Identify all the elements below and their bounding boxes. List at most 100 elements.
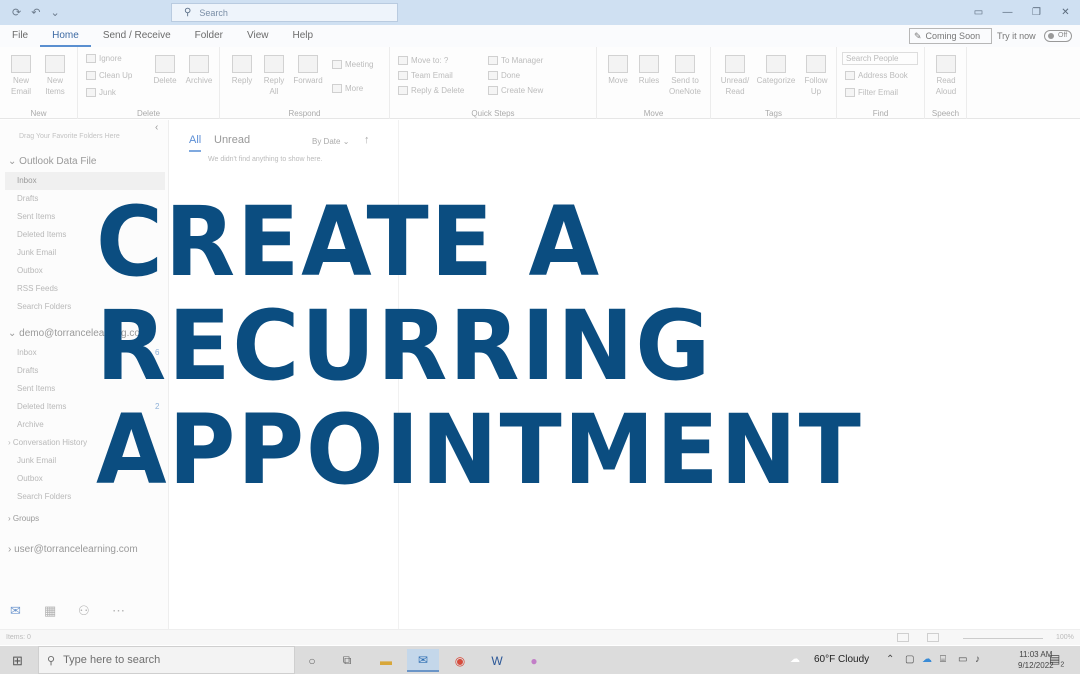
quick-step-move-to[interactable]: Move to: ? [398, 56, 448, 65]
account-folder-inbox[interactable]: Inbox [17, 348, 37, 357]
reading-view-icon[interactable] [927, 633, 939, 642]
taskbar-search[interactable]: ⚲ Type here to search [38, 646, 295, 674]
file-explorer-icon[interactable]: ▬ [370, 649, 402, 672]
folder-sent-items[interactable]: Sent Items [17, 212, 55, 221]
reply-all-icon [264, 55, 284, 73]
data-file-node[interactable]: ⌄ Outlook Data File [8, 156, 96, 167]
categorize-button[interactable]: Categorize [754, 55, 798, 86]
unread-read-button[interactable]: Unread/ Read [717, 55, 753, 97]
more-apps-icon[interactable]: ⋯ [112, 603, 125, 619]
teams-avatar-icon[interactable]: ● [518, 649, 550, 672]
groups-node[interactable]: › Groups [8, 514, 39, 523]
folder-deleted-items[interactable]: Deleted Items [17, 230, 66, 239]
more-respond-button[interactable]: More [332, 84, 363, 93]
clean-up-button[interactable]: Clean Up [86, 71, 132, 80]
new-items-label: New Items [45, 76, 65, 96]
overlay-title: CREATE A RECURRING APPOINTMENT [96, 190, 863, 502]
zoom-slider[interactable] [963, 638, 1043, 639]
cortana-icon[interactable]: ○ [296, 649, 328, 672]
sort-direction-icon[interactable]: ↑ [364, 134, 370, 146]
folder-search-folders[interactable]: Search Folders [17, 302, 71, 311]
ignore-button[interactable]: Ignore [86, 54, 122, 63]
quick-step-to-manager[interactable]: To Manager [488, 56, 543, 65]
outlook-icon[interactable]: ✉ [407, 649, 439, 672]
folder-junk-email[interactable]: Junk Email [17, 248, 56, 257]
meeting-button[interactable]: Meeting [332, 60, 373, 69]
account-folder-deleted-items[interactable]: Deleted Items [17, 402, 66, 411]
tab-file[interactable]: File [0, 25, 40, 47]
account-folder-search-folders[interactable]: Search Folders [17, 492, 71, 501]
address-book-button[interactable]: Address Book [845, 71, 908, 80]
meet-now-icon[interactable]: ▢ [905, 654, 914, 665]
account-folder-sent-items[interactable]: Sent Items [17, 384, 55, 393]
mail-icon[interactable]: ✉ [10, 603, 21, 619]
quick-step-reply-delete[interactable]: Reply & Delete [398, 86, 464, 95]
folder-outbox[interactable]: Outbox [17, 266, 43, 275]
collapse-pane-icon[interactable]: ‹ [155, 122, 158, 133]
quick-step-done[interactable]: Done [488, 71, 520, 80]
pen-icon: ✎ [914, 30, 922, 41]
word-icon[interactable]: W [481, 649, 513, 672]
search-people-input[interactable]: Search People [842, 52, 918, 65]
tab-send-receive[interactable]: Send / Receive [91, 25, 183, 47]
user-account-node[interactable]: › user@torrancelearning.com [8, 544, 138, 555]
delete-button[interactable]: Delete [150, 55, 180, 86]
tray-chevron-icon[interactable]: ⌃ [886, 654, 894, 665]
ribbon-display-icon[interactable]: ▭ [964, 7, 993, 18]
junk-button[interactable]: Junk [86, 88, 116, 97]
read-aloud-label: Read Aloud [935, 76, 957, 96]
normal-view-icon[interactable] [897, 633, 909, 642]
undo-icon[interactable]: ↶ [31, 6, 40, 19]
customize-icon[interactable]: ⌄ [50, 6, 59, 19]
account-folder-junk-email[interactable]: Junk Email [17, 456, 56, 465]
read-aloud-button[interactable]: Read Aloud [929, 55, 963, 97]
close-icon[interactable]: ✕ [1051, 7, 1080, 18]
quick-step-label: To Manager [501, 56, 544, 65]
forward-button[interactable]: Forward [290, 55, 326, 86]
quick-step-create-new[interactable]: Create New [488, 86, 543, 95]
send-to-onenote-button[interactable]: Send to OneNote [665, 55, 705, 97]
coming-soon-button[interactable]: ✎ Coming Soon [909, 28, 992, 44]
tab-home[interactable]: Home [40, 25, 91, 47]
follow-up-button[interactable]: Follow Up [799, 55, 833, 97]
notification-center-icon[interactable]: ▤2 [1049, 652, 1064, 668]
network-icon[interactable]: ⌸ [940, 654, 946, 665]
account-folder-drafts[interactable]: Drafts [17, 366, 38, 375]
junk-label: Junk [99, 88, 116, 97]
minimize-icon[interactable]: — [993, 7, 1022, 18]
weather-label[interactable]: 60°F Cloudy [814, 654, 869, 665]
account-folder-outbox[interactable]: Outbox [17, 474, 43, 483]
try-it-now-toggle[interactable]: Off [1044, 30, 1072, 42]
display-icon[interactable]: ▭ [958, 654, 967, 665]
task-view-icon[interactable]: ⧉ [331, 649, 363, 672]
folder-rss-feeds[interactable]: RSS Feeds [17, 284, 58, 293]
move-button[interactable]: Move [603, 55, 633, 86]
filter-unread-tab[interactable]: Unread [214, 134, 250, 146]
onedrive-icon[interactable]: ☁ [922, 654, 932, 665]
filter-all-tab[interactable]: All [189, 134, 202, 152]
quick-step-team-email[interactable]: Team Email [398, 71, 453, 80]
filter-email-button[interactable]: Filter Email [845, 88, 898, 97]
tab-help[interactable]: Help [281, 25, 326, 47]
account-folder-archive[interactable]: Archive [17, 420, 44, 429]
chrome-icon[interactable]: ◉ [444, 649, 476, 672]
folder-drafts[interactable]: Drafts [17, 194, 38, 203]
reply-all-button[interactable]: Reply All [260, 55, 288, 97]
restore-icon[interactable]: ❐ [1022, 7, 1051, 18]
sync-icon[interactable]: ⟳ [12, 6, 21, 19]
volume-icon[interactable]: ♪ [975, 654, 980, 665]
tab-view[interactable]: View [235, 25, 281, 47]
rules-button[interactable]: Rules [635, 55, 663, 86]
sort-dropdown[interactable]: By Date ⌄ [312, 137, 349, 146]
reply-button[interactable]: Reply [226, 55, 258, 86]
envelope-icon [11, 55, 31, 73]
archive-button[interactable]: Archive [182, 55, 216, 86]
people-icon[interactable]: ⚇ [78, 603, 90, 619]
windows-start-icon[interactable]: ⊞ [12, 653, 23, 669]
calendar-icon[interactable]: ▦ [44, 603, 56, 619]
tab-folder[interactable]: Folder [183, 25, 235, 47]
new-items-button[interactable]: New Items [38, 55, 72, 97]
account-folder-conversation-history[interactable]: › Conversation History [8, 438, 87, 447]
search-box[interactable]: ⚲ Search [171, 3, 398, 22]
new-email-button[interactable]: New Email [6, 55, 36, 97]
